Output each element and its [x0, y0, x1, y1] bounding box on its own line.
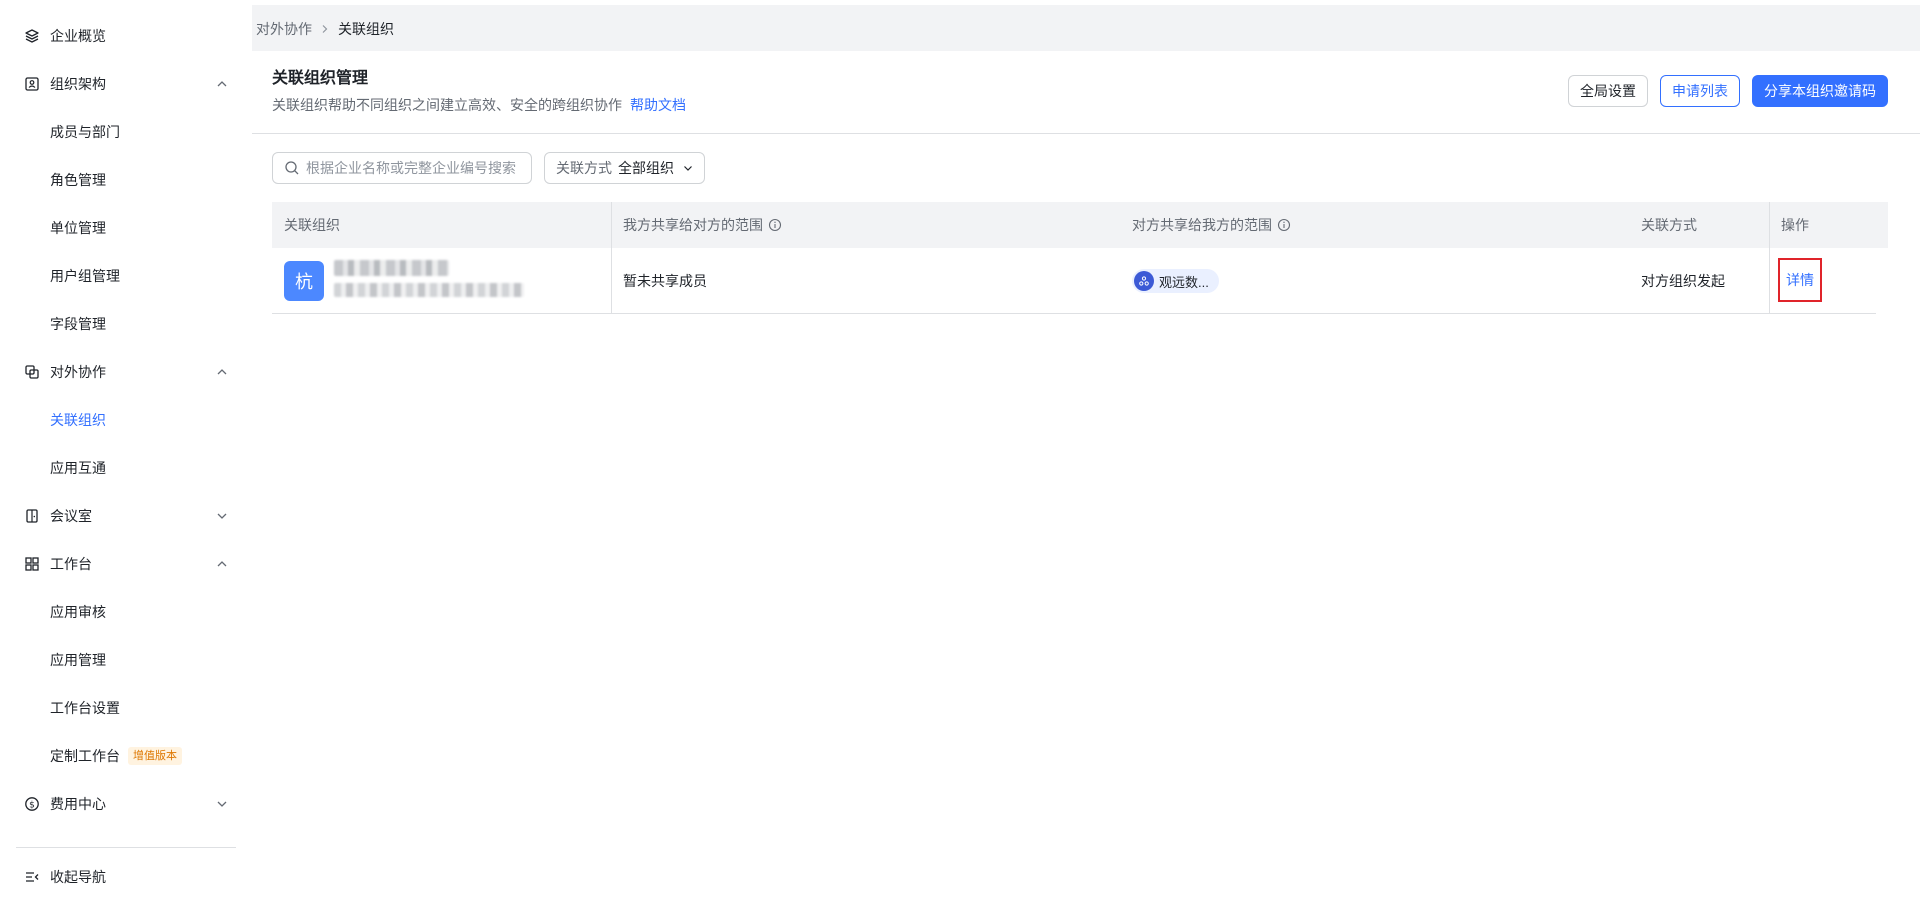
sidebar-item-label: 会议室 [50, 508, 92, 524]
relation-type-filter[interactable]: 关联方式 全部组织 [544, 152, 705, 184]
sidebar-divider [16, 847, 236, 848]
sidebar-item-label: 应用互通 [50, 460, 106, 476]
sidebar-item-label: 费用中心 [50, 796, 106, 812]
org-chart-icon [24, 76, 40, 92]
chevron-up-icon [214, 364, 230, 380]
sidebar-item-app-interop[interactable]: 应用互通 [0, 448, 252, 488]
org-tag-icon [1134, 271, 1154, 291]
sidebar-item-label: 工作台设置 [50, 700, 120, 716]
sidebar-item-linked-orgs[interactable]: 关联组织 [0, 400, 252, 440]
sidebar-item-label: 关联组织 [50, 412, 106, 428]
sidebar-item-user-group-management[interactable]: 用户组管理 [0, 256, 252, 296]
breadcrumb-current: 关联组织 [338, 21, 394, 37]
sidebar-item-app-review[interactable]: 应用审核 [0, 592, 252, 632]
grid-icon [24, 556, 40, 572]
collaboration-icon [24, 364, 40, 380]
column-header-relation-type: 关联方式 [1641, 217, 1697, 233]
meeting-room-icon [24, 508, 40, 524]
column-header-our-share: 我方共享给对方的范围 [623, 202, 782, 248]
column-header-org: 关联组织 [284, 217, 340, 233]
sidebar-item-label: 单位管理 [50, 220, 106, 236]
sidebar-item-meeting-room[interactable]: 会议室 [0, 496, 252, 536]
sidebar-item-workbench-settings[interactable]: 工作台设置 [0, 688, 252, 728]
sidebar-item-label: 对外协作 [50, 364, 106, 380]
info-icon[interactable] [1277, 218, 1291, 232]
column-header-their-share: 对方共享给我方的范围 [1132, 202, 1291, 248]
details-link[interactable]: 详情 [1778, 258, 1822, 302]
filter-value: 全部组织 [618, 160, 674, 176]
description-text: 关联组织帮助不同组织之间建立高效、安全的跨组织协作 [272, 97, 622, 113]
premium-badge: 增值版本 [128, 747, 182, 765]
org-tag[interactable]: 观远数... [1132, 269, 1219, 293]
page-title: 关联组织管理 [272, 70, 369, 87]
info-icon[interactable] [768, 218, 782, 232]
their-share-scope-cell: 观远数... [1132, 248, 1219, 314]
sidebar-item-org-structure[interactable]: 组织架构 [0, 64, 252, 104]
header-divider [252, 133, 1920, 134]
search-icon [285, 161, 299, 175]
sidebar-item-enterprise-overview[interactable]: 企业概览 [0, 16, 252, 56]
sidebar-item-label: 定制工作台 [50, 748, 120, 764]
application-list-button[interactable]: 申请列表 [1660, 75, 1740, 107]
sidebar-item-label: 成员与部门 [50, 124, 120, 140]
chevron-up-icon [214, 556, 230, 572]
sidebar-item-field-management[interactable]: 字段管理 [0, 304, 252, 344]
sidebar-item-billing-center[interactable]: $ 费用中心 [0, 784, 252, 824]
collapse-nav-icon [24, 869, 40, 885]
table-row: 杭 暂未共享成员 观远数... 对方组织发起 详情 [272, 248, 1876, 314]
sidebar-item-label: 字段管理 [50, 316, 106, 332]
page-description: 关联组织帮助不同组织之间建立高效、安全的跨组织协作 帮助文档 [272, 95, 686, 115]
sidebar-item-unit-management[interactable]: 单位管理 [0, 208, 252, 248]
global-settings-button[interactable]: 全局设置 [1568, 75, 1648, 107]
share-invite-code-button[interactable]: 分享本组织邀请码 [1752, 75, 1888, 107]
sidebar-item-label: 用户组管理 [50, 268, 120, 284]
collapse-nav-label: 收起导航 [50, 869, 106, 885]
chevron-down-icon [214, 508, 230, 524]
search-box[interactable] [272, 152, 532, 184]
filter-key: 关联方式 [556, 160, 612, 176]
sidebar-item-role-management[interactable]: 角色管理 [0, 160, 252, 200]
layers-icon [24, 28, 40, 44]
chevron-up-icon [214, 76, 230, 92]
blurred-org-name [334, 260, 449, 276]
help-docs-link[interactable]: 帮助文档 [630, 97, 686, 113]
sidebar-item-label: 工作台 [50, 556, 92, 572]
org-tag-label: 观远数... [1159, 274, 1209, 290]
dollar-icon: $ [24, 796, 40, 812]
sidebar-item-label: 企业概览 [50, 28, 106, 44]
search-input[interactable] [306, 160, 526, 176]
sidebar-item-label: 应用管理 [50, 652, 106, 668]
breadcrumb: 对外协作 关联组织 [256, 19, 394, 39]
org-cell: 杭 [272, 248, 611, 314]
collapse-nav-button[interactable]: 收起导航 [0, 857, 252, 897]
org-avatar: 杭 [284, 261, 324, 301]
chevron-down-icon [684, 166, 692, 171]
table-header: 关联组织 我方共享给对方的范围 对方共享给我方的范围 关联方式 操作 [272, 202, 1888, 248]
linked-orgs-panel: 关联组织管理 关联组织帮助不同组织之间建立高效、安全的跨组织协作 帮助文档 全局设… [252, 51, 1920, 907]
chevron-down-icon [214, 796, 230, 812]
chevron-right-icon [322, 25, 328, 33]
sidebar: 企业概览 组织架构 成员与部门 角色管理 单位管理 用户组管理 字段管理 对外协… [0, 0, 252, 907]
our-share-scope-cell: 暂未共享成员 [623, 273, 707, 289]
relation-type-cell: 对方组织发起 [1641, 273, 1725, 289]
sidebar-item-external-collaboration[interactable]: 对外协作 [0, 352, 252, 392]
sidebar-item-label: 角色管理 [50, 172, 106, 188]
svg-text:$: $ [29, 800, 35, 810]
sidebar-item-label: 应用审核 [50, 604, 106, 620]
sidebar-item-app-management[interactable]: 应用管理 [0, 640, 252, 680]
main-content: 对外协作 关联组织 关联组织管理 关联组织帮助不同组织之间建立高效、安全的跨组织… [252, 5, 1920, 907]
breadcrumb-parent[interactable]: 对外协作 [256, 19, 312, 39]
sidebar-item-members-departments[interactable]: 成员与部门 [0, 112, 252, 152]
column-header-actions: 操作 [1781, 217, 1809, 233]
sidebar-item-workbench[interactable]: 工作台 [0, 544, 252, 584]
blurred-org-id [334, 283, 524, 297]
sidebar-item-label: 组织架构 [50, 76, 106, 92]
sidebar-item-custom-workbench[interactable]: 定制工作台 增值版本 [0, 736, 252, 776]
